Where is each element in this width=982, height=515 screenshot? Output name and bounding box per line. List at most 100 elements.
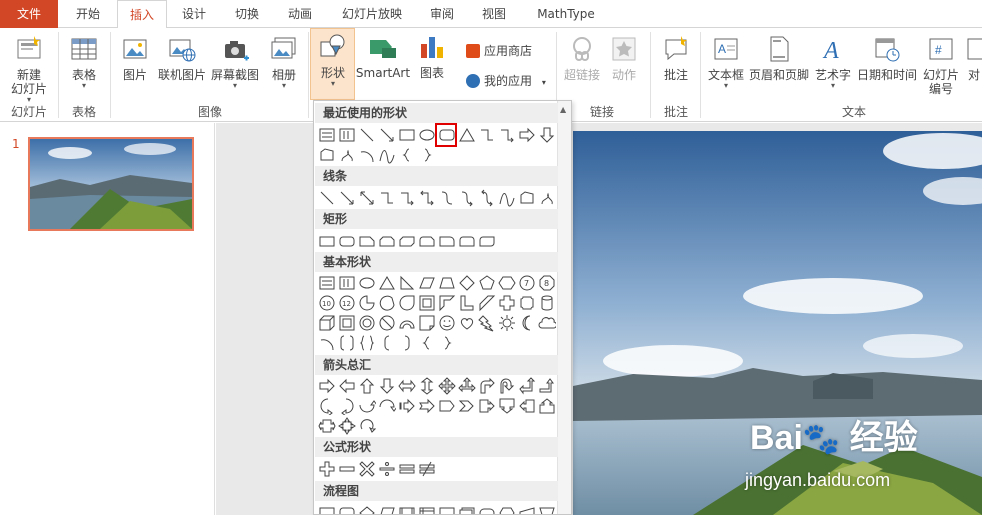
- multiply-shape-icon[interactable]: [358, 460, 376, 478]
- header-footer-button[interactable]: 页眉和页脚: [748, 34, 810, 82]
- right-arrow-shape-icon[interactable]: [518, 126, 536, 144]
- down-arrow-shape-icon[interactable]: [378, 377, 396, 395]
- arrow-line-shape-icon[interactable]: [338, 189, 356, 207]
- slide-number-button[interactable]: # 幻灯片 编号: [920, 34, 962, 96]
- smartart-button[interactable]: SmartArt: [355, 32, 411, 80]
- hyperlink-button[interactable]: 超链接: [560, 34, 604, 82]
- arc-shape-icon[interactable]: [358, 146, 376, 164]
- tab-animations[interactable]: 动画: [276, 0, 324, 28]
- cross-shape-icon[interactable]: [498, 294, 516, 312]
- table-button[interactable]: 表格 ▾: [62, 34, 106, 90]
- quad-arrow-callout-shape-icon[interactable]: [338, 417, 356, 435]
- circular-arrow-shape-icon[interactable]: [358, 417, 376, 435]
- heart-shape-icon[interactable]: [458, 314, 476, 332]
- chart-button[interactable]: 图表: [413, 32, 451, 80]
- flowchart-manual-operation-shape-icon[interactable]: [538, 504, 556, 514]
- scroll-up-icon[interactable]: ▲: [560, 105, 566, 114]
- pie-shape-icon[interactable]: [358, 294, 376, 312]
- flowchart-preparation-shape-icon[interactable]: [498, 504, 516, 514]
- flowchart-data-shape-icon[interactable]: [378, 504, 396, 514]
- tab-mathtype[interactable]: MathType: [530, 0, 602, 28]
- snip-same-side-rectangle-shape-icon[interactable]: [378, 232, 396, 250]
- octagon-shape-icon[interactable]: 8: [538, 274, 556, 292]
- left-brace-shape-icon[interactable]: [398, 146, 416, 164]
- right-arrow-callout-shape-icon[interactable]: [478, 397, 496, 415]
- oval-shape-icon[interactable]: [358, 274, 376, 292]
- double-brace-shape-icon[interactable]: [358, 334, 376, 352]
- diagonal-stripe-shape-icon[interactable]: [478, 294, 496, 312]
- chord-shape-icon[interactable]: [378, 294, 396, 312]
- vertical-textbox-shape-icon[interactable]: [338, 274, 356, 292]
- pentagon-arrow-shape-icon[interactable]: [438, 397, 456, 415]
- object-button[interactable]: 对: [966, 34, 982, 82]
- flowchart-internal-storage-shape-icon[interactable]: [418, 504, 436, 514]
- half-frame-shape-icon[interactable]: [438, 294, 456, 312]
- rectangle-shape-icon[interactable]: [398, 126, 416, 144]
- scribble-shape-icon[interactable]: [338, 146, 356, 164]
- snip-round-rectangle-shape-icon[interactable]: [418, 232, 436, 250]
- left-up-arrow-shape-icon[interactable]: [518, 377, 536, 395]
- decagon-shape-icon[interactable]: 10: [318, 294, 336, 312]
- tab-review[interactable]: 审阅: [420, 0, 464, 28]
- wordart-button[interactable]: A 艺术字 ▾: [812, 34, 854, 90]
- tab-file[interactable]: 文件: [0, 0, 58, 28]
- divide-shape-icon[interactable]: [378, 460, 396, 478]
- curved-arrow-connector-shape-icon[interactable]: [458, 189, 476, 207]
- round-same-side-rectangle-shape-icon[interactable]: [458, 232, 476, 250]
- rounded-rectangle-shape-icon[interactable]: [338, 232, 356, 250]
- left-brace-shape-icon[interactable]: [418, 334, 436, 352]
- teardrop-shape-icon[interactable]: [398, 294, 416, 312]
- dropdown-scrollbar[interactable]: ▲: [557, 101, 571, 514]
- diamond-shape-icon[interactable]: [458, 274, 476, 292]
- shapes-button[interactable]: 形状 ▾: [311, 32, 355, 88]
- left-right-arrow-callout-shape-icon[interactable]: [318, 417, 336, 435]
- down-arrow-callout-shape-icon[interactable]: [498, 397, 516, 415]
- curve-shape-icon[interactable]: [378, 146, 396, 164]
- equal-shape-icon[interactable]: [398, 460, 416, 478]
- up-arrow-callout-shape-icon[interactable]: [538, 397, 556, 415]
- curved-left-arrow-shape-icon[interactable]: [338, 397, 356, 415]
- tab-insert[interactable]: 插入: [117, 0, 167, 29]
- frame-shape-icon[interactable]: [418, 294, 436, 312]
- app-store-button[interactable]: 应用商店: [466, 42, 532, 59]
- freeform-shape-icon[interactable]: [318, 146, 336, 164]
- double-arrow-line-shape-icon[interactable]: [358, 189, 376, 207]
- plaque-shape-icon[interactable]: [518, 294, 536, 312]
- quad-arrow-shape-icon[interactable]: [438, 377, 456, 395]
- bent-arrow-shape-icon[interactable]: [478, 377, 496, 395]
- right-arrow-shape-icon[interactable]: [318, 377, 336, 395]
- textbox-shape-icon[interactable]: [318, 274, 336, 292]
- textbox-button[interactable]: A 文本框 ▾: [704, 34, 748, 90]
- smiley-face-shape-icon[interactable]: [438, 314, 456, 332]
- elbow-connector-shape-icon[interactable]: [378, 189, 396, 207]
- moon-shape-icon[interactable]: [518, 314, 536, 332]
- curved-up-arrow-shape-icon[interactable]: [358, 397, 376, 415]
- no-symbol-shape-icon[interactable]: [378, 314, 396, 332]
- arc-shape-icon[interactable]: [318, 334, 336, 352]
- minus-shape-icon[interactable]: [338, 460, 356, 478]
- flowchart-terminator-shape-icon[interactable]: [478, 504, 496, 514]
- lightning-bolt-shape-icon[interactable]: [478, 314, 496, 332]
- curved-double-arrow-connector-shape-icon[interactable]: [478, 189, 496, 207]
- cube-shape-icon[interactable]: [318, 314, 336, 332]
- heptagon-shape-icon[interactable]: 7: [518, 274, 536, 292]
- block-arc-shape-icon[interactable]: [398, 314, 416, 332]
- scribble-shape-icon[interactable]: [538, 189, 556, 207]
- line-shape-icon[interactable]: [318, 189, 336, 207]
- left-bracket-shape-icon[interactable]: [378, 334, 396, 352]
- notched-right-arrow-shape-icon[interactable]: [418, 397, 436, 415]
- bevel-shape-icon[interactable]: [338, 314, 356, 332]
- snip-diagonal-rectangle-shape-icon[interactable]: [398, 232, 416, 250]
- down-arrow-shape-icon[interactable]: [538, 126, 556, 144]
- left-arrow-shape-icon[interactable]: [338, 377, 356, 395]
- dodecagon-shape-icon[interactable]: 12: [338, 294, 356, 312]
- right-triangle-shape-icon[interactable]: [398, 274, 416, 292]
- striped-right-arrow-shape-icon[interactable]: [398, 397, 416, 415]
- sun-shape-icon[interactable]: [498, 314, 516, 332]
- folded-corner-shape-icon[interactable]: [418, 314, 436, 332]
- flowchart-process-shape-icon[interactable]: [318, 504, 336, 514]
- trapezoid-shape-icon[interactable]: [438, 274, 456, 292]
- right-brace-shape-icon[interactable]: [438, 334, 456, 352]
- rectangle-shape-icon[interactable]: [318, 232, 336, 250]
- double-bracket-shape-icon[interactable]: [338, 334, 356, 352]
